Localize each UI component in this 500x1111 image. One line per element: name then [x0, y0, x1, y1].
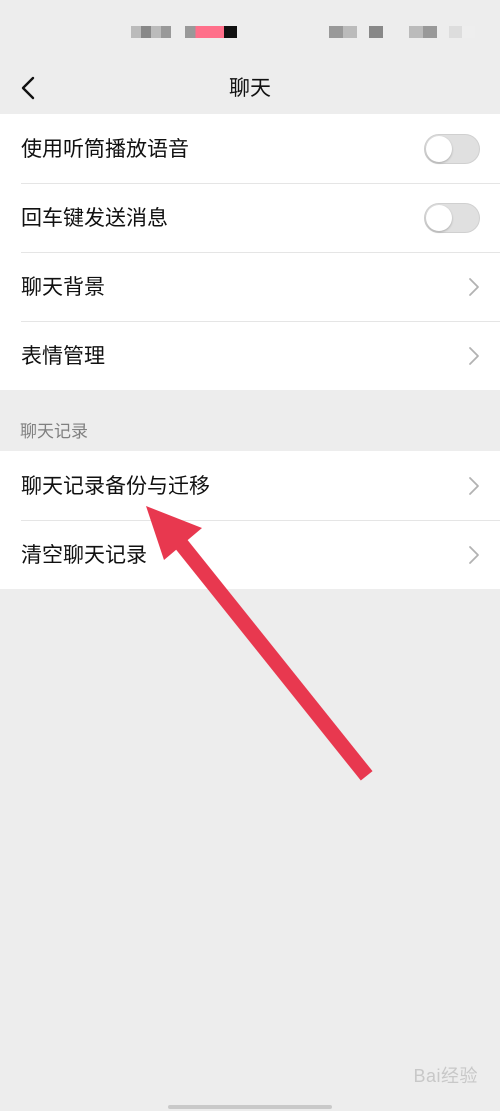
nav-bar: 聊天 — [0, 64, 500, 114]
settings-group-general: 使用听筒播放语音 回车键发送消息 聊天背景 表情管理 — [0, 114, 500, 390]
enter-to-send-toggle[interactable] — [424, 203, 480, 233]
toggle-knob — [426, 136, 452, 162]
setting-label: 回车键发送消息 — [21, 205, 168, 230]
section-header-chat-history: 聊天记录 — [20, 422, 88, 442]
chevron-right-icon — [469, 477, 479, 495]
setting-row-clear-history[interactable]: 清空聊天记录 — [0, 520, 500, 589]
setting-label: 聊天背景 — [21, 274, 105, 299]
settings-group-chat-history: 聊天记录备份与迁移 清空聊天记录 — [0, 451, 500, 589]
chevron-right-icon — [469, 278, 479, 296]
status-bar — [0, 0, 500, 64]
status-bar-blur — [409, 26, 437, 38]
setting-label: 聊天记录备份与迁移 — [21, 473, 210, 498]
setting-row-chat-background[interactable]: 聊天背景 — [0, 252, 500, 321]
watermark-logo: Bai经验 — [413, 1066, 478, 1086]
setting-label: 表情管理 — [21, 343, 105, 368]
setting-row-earpiece-voice[interactable]: 使用听筒播放语音 — [0, 114, 500, 183]
setting-row-sticker-management[interactable]: 表情管理 — [0, 321, 500, 390]
status-bar-blur — [369, 26, 383, 38]
setting-row-enter-to-send[interactable]: 回车键发送消息 — [0, 183, 500, 252]
home-indicator — [168, 1105, 332, 1109]
chevron-right-icon — [469, 347, 479, 365]
setting-label: 使用听筒播放语音 — [21, 136, 189, 161]
setting-row-backup-migrate[interactable]: 聊天记录备份与迁移 — [0, 451, 500, 520]
status-bar-blur — [449, 26, 475, 38]
page-title: 聊天 — [229, 76, 271, 100]
status-bar-blur — [185, 26, 237, 38]
toggle-knob — [426, 205, 452, 231]
chevron-right-icon — [469, 546, 479, 564]
status-bar-blur — [329, 26, 357, 38]
status-bar-blur — [131, 26, 171, 38]
setting-label: 清空聊天记录 — [21, 542, 147, 567]
earpiece-voice-toggle[interactable] — [424, 134, 480, 164]
